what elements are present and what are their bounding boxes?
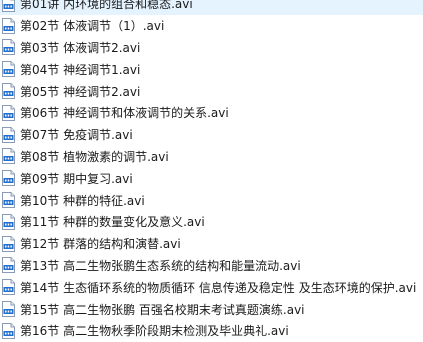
- video-file-icon: [2, 322, 15, 339]
- video-file-icon: [2, 17, 15, 34]
- video-file-icon: [2, 126, 15, 143]
- file-list-item[interactable]: 第12节 群落的结构和演替.avi: [0, 233, 423, 255]
- file-list-item[interactable]: 第09节 期中复习.avi: [0, 167, 423, 189]
- video-file-icon: [2, 257, 15, 274]
- video-file-icon: [2, 192, 15, 209]
- file-list-item[interactable]: 第15节 高二生物张鹏 百强名校期末考试真题演练.avi: [0, 298, 423, 320]
- file-name: 第14节 生态循环系统的物质循环 信息传递及稳定性 及生态环境的保护.avi: [20, 280, 417, 295]
- file-list-item[interactable]: 第07节 免疫调节.avi: [0, 124, 423, 146]
- file-list-item[interactable]: 第04节 神经调节1.avi: [0, 58, 423, 80]
- video-file-icon: [2, 301, 15, 318]
- file-name: 第13节 高二生物张鹏生态系统的结构和能量流动.avi: [20, 258, 301, 273]
- file-name: 第01讲 内环境的组合和稳态.avi: [20, 0, 193, 12]
- file-list-item[interactable]: 第08节 植物激素的调节.avi: [0, 146, 423, 168]
- video-file-icon: [2, 170, 15, 187]
- file-list-item[interactable]: 第10节 种群的特征.avi: [0, 189, 423, 211]
- video-file-icon: [2, 61, 15, 78]
- file-list-item[interactable]: 第13节 高二生物张鹏生态系统的结构和能量流动.avi: [0, 255, 423, 277]
- video-file-icon: [2, 235, 15, 252]
- file-name: 第07节 免疫调节.avi: [20, 128, 133, 143]
- file-list-item[interactable]: 第02节 体液调节（1）.avi: [0, 15, 423, 37]
- file-name: 第02节 体液调节（1）.avi: [20, 19, 165, 34]
- video-file-icon: [2, 148, 15, 165]
- file-name: 第16节 高二生物秋季阶段期末检测及毕业典礼.avi: [20, 324, 289, 339]
- video-file-icon: [2, 279, 15, 296]
- file-name: 第09节 期中复习.avi: [20, 171, 133, 186]
- video-file-icon: [2, 213, 15, 230]
- file-list-item[interactable]: 第14节 生态循环系统的物质循环 信息传递及稳定性 及生态环境的保护.avi: [0, 276, 423, 298]
- file-name: 第03节 体液调节2.avi: [20, 40, 141, 55]
- file-name: 第15节 高二生物张鹏 百强名校期末考试真题演练.avi: [20, 302, 305, 317]
- video-file-icon: [2, 83, 15, 100]
- file-name: 第06节 神经调节和体液调节的关系.avi: [20, 106, 229, 121]
- file-list: 第01讲 内环境的组合和稳态.avi 第02节 体液调节（1）.avi 第03节 体…: [0, 0, 423, 342]
- video-file-icon: [2, 0, 15, 12]
- file-list-item[interactable]: 第11节 种群的数量变化及意义.avi: [0, 211, 423, 233]
- file-list-item[interactable]: 第05节 神经调节2.avi: [0, 80, 423, 102]
- video-file-icon: [2, 39, 15, 56]
- file-name: 第12节 群落的结构和演替.avi: [20, 237, 181, 252]
- file-name: 第11节 种群的数量变化及意义.avi: [20, 215, 205, 230]
- file-name: 第04节 神经调节1.avi: [20, 62, 141, 77]
- file-list-item[interactable]: 第03节 体液调节2.avi: [0, 37, 423, 59]
- file-list-item[interactable]: 第16节 高二生物秋季阶段期末检测及毕业典礼.avi: [0, 320, 423, 342]
- file-name: 第05节 神经调节2.avi: [20, 84, 141, 99]
- video-file-icon: [2, 104, 15, 121]
- file-name: 第10节 种群的特征.avi: [20, 193, 145, 208]
- file-name: 第08节 植物激素的调节.avi: [20, 149, 169, 164]
- file-list-item[interactable]: 第01讲 内环境的组合和稳态.avi: [0, 0, 423, 15]
- file-list-item[interactable]: 第06节 神经调节和体液调节的关系.avi: [0, 102, 423, 124]
